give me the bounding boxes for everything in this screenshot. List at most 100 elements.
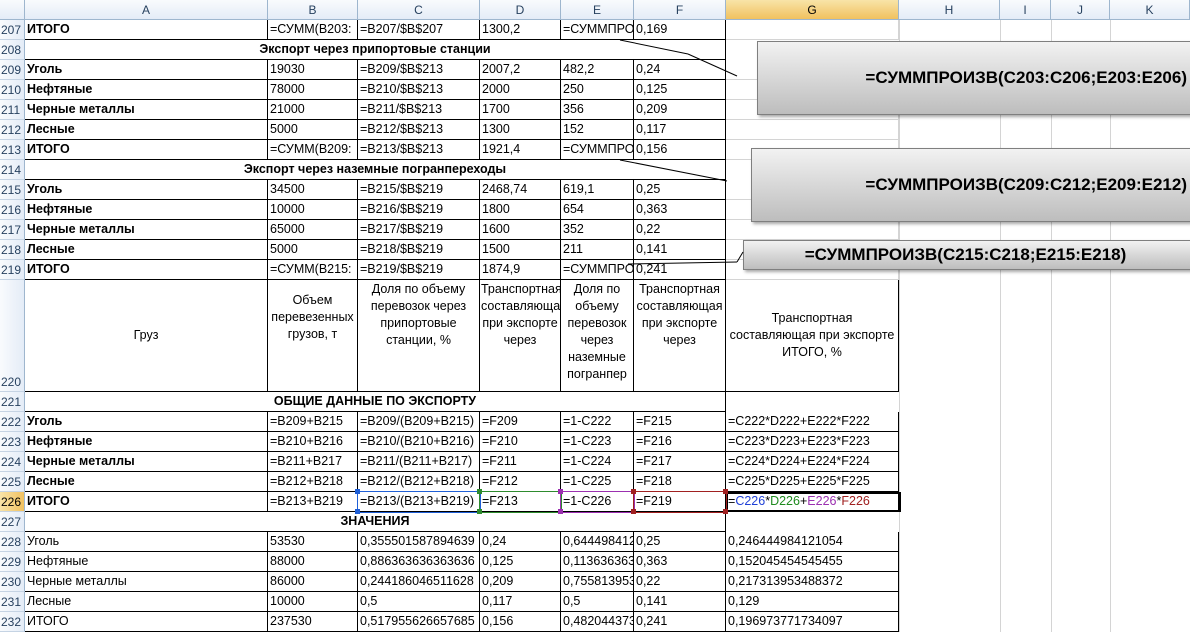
- cell-b217[interactable]: 65000: [268, 220, 358, 240]
- row-header-232[interactable]: 232: [0, 612, 25, 632]
- cell-g212[interactable]: [726, 120, 899, 140]
- cell-e211[interactable]: 356: [561, 100, 634, 120]
- cell-b231[interactable]: 10000: [268, 592, 358, 612]
- cell-e230[interactable]: 0,7558139535: [561, 572, 634, 592]
- cell-a218[interactable]: Лесные: [25, 240, 268, 260]
- cell-b211[interactable]: 21000: [268, 100, 358, 120]
- row-header-213[interactable]: 213: [0, 140, 25, 160]
- cell-e219[interactable]: =СУММПРО: [561, 260, 634, 280]
- row-header-226[interactable]: 226: [0, 492, 25, 512]
- cell-d229[interactable]: 0,125: [480, 552, 561, 572]
- cell-f210[interactable]: 0,125: [634, 80, 726, 100]
- row-header-222[interactable]: 222: [0, 412, 25, 432]
- range-handle[interactable]: [631, 509, 636, 514]
- row-header-229[interactable]: 229: [0, 552, 25, 572]
- cell-e224[interactable]: =1-C224: [561, 452, 634, 472]
- cell-e223[interactable]: =1-C223: [561, 432, 634, 452]
- cell-d225[interactable]: =F212: [480, 472, 561, 492]
- cell-f212[interactable]: 0,117: [634, 120, 726, 140]
- column-header-c[interactable]: C: [358, 0, 480, 20]
- cell-f228[interactable]: 0,25: [634, 532, 726, 552]
- cell-a223[interactable]: Нефтяные: [25, 432, 268, 452]
- cell-c218[interactable]: =B218/$B$219: [358, 240, 480, 260]
- cell-a231[interactable]: Лесные: [25, 592, 268, 612]
- cell-e228[interactable]: 0,6444984121: [561, 532, 634, 552]
- cell-a219[interactable]: ИТОГО: [25, 260, 268, 280]
- row-header-219[interactable]: 219: [0, 260, 25, 280]
- cell-a230[interactable]: Черные металлы: [25, 572, 268, 592]
- cell-c219[interactable]: =B219/$B$219: [358, 260, 480, 280]
- cell-c215[interactable]: =B215/$B$219: [358, 180, 480, 200]
- row-header-207[interactable]: 207: [0, 20, 25, 40]
- column-header-k[interactable]: K: [1110, 0, 1190, 20]
- cell-e225[interactable]: =1-C225: [561, 472, 634, 492]
- cell-e231[interactable]: 0,5: [561, 592, 634, 612]
- cell-f209[interactable]: 0,24: [634, 60, 726, 80]
- cell-f230[interactable]: 0,22: [634, 572, 726, 592]
- cell-d219[interactable]: 1874,9: [480, 260, 561, 280]
- cell-d215[interactable]: 2468,74: [480, 180, 561, 200]
- cell-b210[interactable]: 78000: [268, 80, 358, 100]
- cell-c230[interactable]: 0,244186046511628: [358, 572, 480, 592]
- cell-e218[interactable]: 211: [561, 240, 634, 260]
- column-header-h[interactable]: H: [899, 0, 1000, 20]
- cell-g230[interactable]: 0,217313953488372: [726, 572, 899, 592]
- cell-e232[interactable]: 0,4820443733: [561, 612, 634, 632]
- row-header-214[interactable]: 214: [0, 160, 25, 180]
- cell-d232[interactable]: 0,156: [480, 612, 561, 632]
- row-header-217[interactable]: 217: [0, 220, 25, 240]
- cell-c209[interactable]: =B209/$B$213: [358, 60, 480, 80]
- cell-f211[interactable]: 0,209: [634, 100, 726, 120]
- row-header-216[interactable]: 216: [0, 200, 25, 220]
- cell-c217[interactable]: =B217/$B$219: [358, 220, 480, 240]
- row-header-228[interactable]: 228: [0, 532, 25, 552]
- cell-c211[interactable]: =B211/$B$213: [358, 100, 480, 120]
- cell-a220[interactable]: Груз: [25, 280, 268, 392]
- cell-d230[interactable]: 0,209: [480, 572, 561, 592]
- range-handle[interactable]: [723, 489, 728, 494]
- cell-d213[interactable]: 1921,4: [480, 140, 561, 160]
- cell-e209[interactable]: 482,2: [561, 60, 634, 80]
- range-handle[interactable]: [558, 509, 563, 514]
- cell-b220[interactable]: Объем перевезенных грузов, т: [268, 280, 358, 392]
- cell-f232[interactable]: 0,241: [634, 612, 726, 632]
- cell-a215[interactable]: Уголь: [25, 180, 268, 200]
- column-header-e[interactable]: E: [561, 0, 634, 20]
- cell-g228[interactable]: 0,246444984121054: [726, 532, 899, 552]
- cell-a226[interactable]: ИТОГО: [25, 492, 268, 512]
- row-header-220[interactable]: 220: [0, 280, 25, 392]
- cell-b223[interactable]: =B210+B216: [268, 432, 358, 452]
- cell-f231[interactable]: 0,141: [634, 592, 726, 612]
- cell-g231[interactable]: 0,129: [726, 592, 899, 612]
- cell-a222[interactable]: Уголь: [25, 412, 268, 432]
- cell-b207[interactable]: =СУММ(B203:: [268, 20, 358, 40]
- cell-d218[interactable]: 1500: [480, 240, 561, 260]
- row-header-208[interactable]: 208: [0, 40, 25, 60]
- cell-f218[interactable]: 0,141: [634, 240, 726, 260]
- cell-b209[interactable]: 19030: [268, 60, 358, 80]
- cell-d211[interactable]: 1700: [480, 100, 561, 120]
- row-header-211[interactable]: 211: [0, 100, 25, 120]
- cell-e220[interactable]: Доля по объему перевозок через наземные …: [561, 280, 634, 392]
- cell-d220[interactable]: Транспортная составляющая при экспорте ч…: [480, 280, 561, 392]
- row-header-227[interactable]: 227: [0, 512, 25, 532]
- cell-b213[interactable]: =СУММ(B209:: [268, 140, 358, 160]
- cell-c223[interactable]: =B210/(B210+B216): [358, 432, 480, 452]
- cell-a225[interactable]: Лесные: [25, 472, 268, 492]
- row-header-230[interactable]: 230: [0, 572, 25, 592]
- select-all-corner[interactable]: [0, 0, 25, 20]
- cell-b226[interactable]: =B213+B219: [268, 492, 358, 512]
- cell-d223[interactable]: =F210: [480, 432, 561, 452]
- cell-f225[interactable]: =F218: [634, 472, 726, 492]
- range-handle[interactable]: [355, 489, 360, 494]
- row-header-224[interactable]: 224: [0, 452, 25, 472]
- cell-e216[interactable]: 654: [561, 200, 634, 220]
- column-header-g[interactable]: G: [726, 0, 899, 20]
- active-cell-g226[interactable]: =C226*D226+E226*F226: [726, 492, 901, 512]
- cell-a229[interactable]: Нефтяные: [25, 552, 268, 572]
- cell-d209[interactable]: 2007,2: [480, 60, 561, 80]
- cell-f219[interactable]: 0,241: [634, 260, 726, 280]
- cell-c225[interactable]: =B212/(B212+B218): [358, 472, 480, 492]
- cell-c207[interactable]: =B207/$B$207: [358, 20, 480, 40]
- cell-e217[interactable]: 352: [561, 220, 634, 240]
